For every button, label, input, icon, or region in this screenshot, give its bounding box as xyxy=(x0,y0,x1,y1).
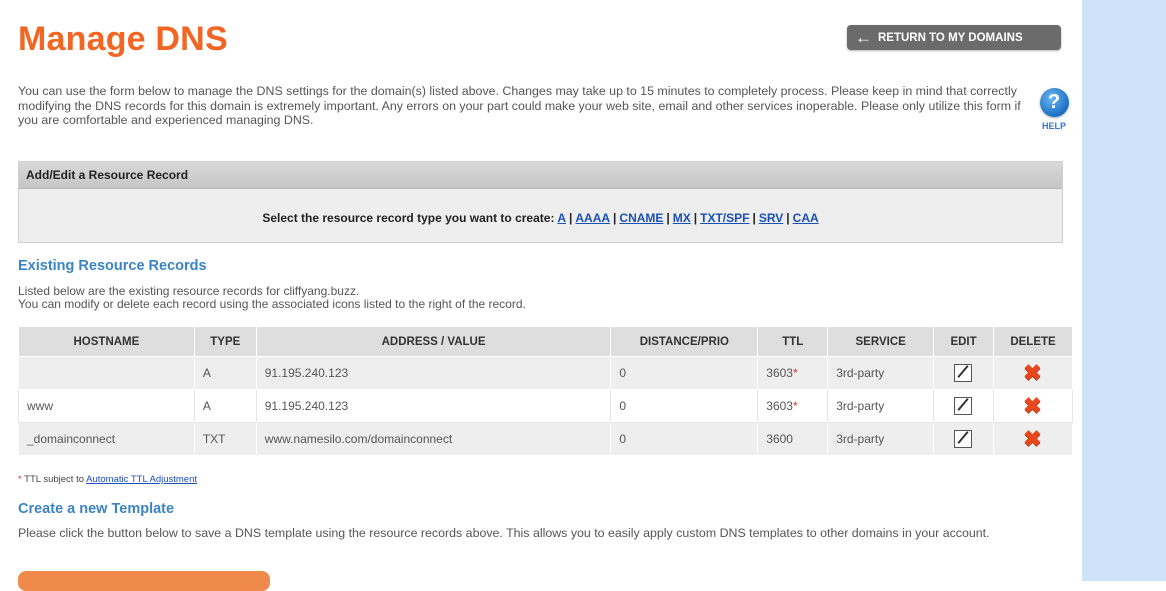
cell-hostname: _domainconnect xyxy=(18,422,195,456)
cell-service: 3rd-party xyxy=(827,389,935,423)
ttl-value: 3603 xyxy=(766,399,793,413)
question-icon[interactable]: ? xyxy=(1039,88,1069,117)
return-button-label: RETURN TO MY DOMAINS xyxy=(878,31,1023,44)
ttl-note-text: TTL subject to xyxy=(21,474,87,485)
col-hostname: HOSTNAME xyxy=(18,326,195,357)
cell-delete: ✖ xyxy=(993,422,1073,456)
edit-pencil-icon[interactable] xyxy=(954,397,973,415)
cell-edit xyxy=(933,356,995,390)
cell-prio: 0 xyxy=(610,356,759,390)
cell-hostname: www xyxy=(18,389,195,423)
record-type-prompt: Select the resource record type you want… xyxy=(262,211,555,225)
ttl-asterisk: * xyxy=(792,366,798,380)
col-address-value: ADDRESS / VALUE xyxy=(255,326,612,357)
col-ttl: TTL xyxy=(757,326,829,357)
existing-records-desc-2: You can modify or delete each record usi… xyxy=(18,297,526,311)
col-type: TYPE xyxy=(193,326,257,357)
add-edit-header: Add/Edit a Resource Record xyxy=(19,162,1062,189)
table-row: www A 91.195.240.123 0 3603* 3rd-party ✖ xyxy=(18,389,1073,423)
cell-delete: ✖ xyxy=(993,389,1073,423)
record-type-caa-link[interactable]: CAA xyxy=(793,211,819,225)
ttl-asterisk: * xyxy=(792,399,798,413)
edit-pencil-icon[interactable] xyxy=(954,364,973,382)
cell-prio: 0 xyxy=(610,422,759,456)
record-type-cname-link[interactable]: CNAME xyxy=(619,211,663,225)
edit-pencil-icon[interactable] xyxy=(954,430,973,448)
save-template-button[interactable] xyxy=(18,571,270,591)
table-header-row: HOSTNAME TYPE ADDRESS / VALUE DISTANCE/P… xyxy=(18,326,1073,357)
cell-hostname xyxy=(18,356,195,390)
ttl-value: 3603 xyxy=(766,366,793,380)
cell-delete: ✖ xyxy=(993,356,1073,390)
cell-ttl: 3603* xyxy=(757,356,829,390)
record-type-selector: Select the resource record type you want… xyxy=(262,211,819,225)
cell-type: A xyxy=(193,389,257,423)
intro-text: You can use the form below to manage the… xyxy=(18,84,1021,127)
record-type-aaaa-link[interactable]: AAAA xyxy=(575,211,610,225)
records-table: HOSTNAME TYPE ADDRESS / VALUE DISTANCE/P… xyxy=(18,326,1073,456)
page-title: Manage DNS xyxy=(18,20,228,58)
delete-x-icon[interactable]: ✖ xyxy=(1023,428,1041,450)
cell-ttl: 3600 xyxy=(757,422,829,456)
cell-value: 91.195.240.123 xyxy=(255,356,612,390)
table-row: A 91.195.240.123 0 3603* 3rd-party ✖ xyxy=(18,356,1073,390)
cell-service: 3rd-party xyxy=(827,422,935,456)
side-panel xyxy=(1082,0,1166,581)
cell-value: www.namesilo.com/domainconnect xyxy=(255,422,612,456)
cell-value: 91.195.240.123 xyxy=(255,389,612,423)
left-arrow-icon: ← xyxy=(855,28,872,47)
ttl-note: * TTL subject to Automatic TTL Adjustmen… xyxy=(18,474,197,485)
cell-edit xyxy=(933,389,995,423)
record-type-txt-spf-link[interactable]: TXT/SPF xyxy=(700,211,749,225)
col-distance-prio: DISTANCE/PRIO xyxy=(610,326,759,357)
cell-type: TXT xyxy=(193,422,257,456)
create-template-title: Create a new Template xyxy=(18,501,175,517)
col-edit: EDIT xyxy=(933,326,995,357)
cell-edit xyxy=(933,422,995,456)
delete-x-icon[interactable]: ✖ xyxy=(1023,395,1041,417)
help-link[interactable]: ? HELP xyxy=(1034,88,1074,131)
return-to-domains-button[interactable]: ← RETURN TO MY DOMAINS xyxy=(847,25,1061,50)
create-template-desc: Please click the button below to save a … xyxy=(18,526,990,540)
help-label[interactable]: HELP xyxy=(1034,121,1074,131)
main-content: Manage DNS ← RETURN TO MY DOMAINS You ca… xyxy=(0,0,1082,591)
record-type-mx-link[interactable]: MX xyxy=(673,211,691,225)
automatic-ttl-adjustment-link[interactable]: Automatic TTL Adjustment xyxy=(86,474,197,485)
cell-prio: 0 xyxy=(610,389,759,423)
add-edit-record-panel: Add/Edit a Resource Record Select the re… xyxy=(18,161,1063,243)
col-service: SERVICE xyxy=(827,326,935,357)
cell-service: 3rd-party xyxy=(827,356,935,390)
record-type-srv-link[interactable]: SRV xyxy=(759,211,783,225)
ttl-value: 3600 xyxy=(766,432,793,446)
existing-records-title: Existing Resource Records xyxy=(18,258,207,274)
delete-x-icon[interactable]: ✖ xyxy=(1023,362,1041,384)
cell-ttl: 3603* xyxy=(757,389,829,423)
record-type-a-link[interactable]: A xyxy=(557,211,566,225)
col-delete: DELETE xyxy=(993,326,1073,357)
table-row: _domainconnect TXT www.namesilo.com/doma… xyxy=(18,422,1073,456)
cell-type: A xyxy=(193,356,257,390)
